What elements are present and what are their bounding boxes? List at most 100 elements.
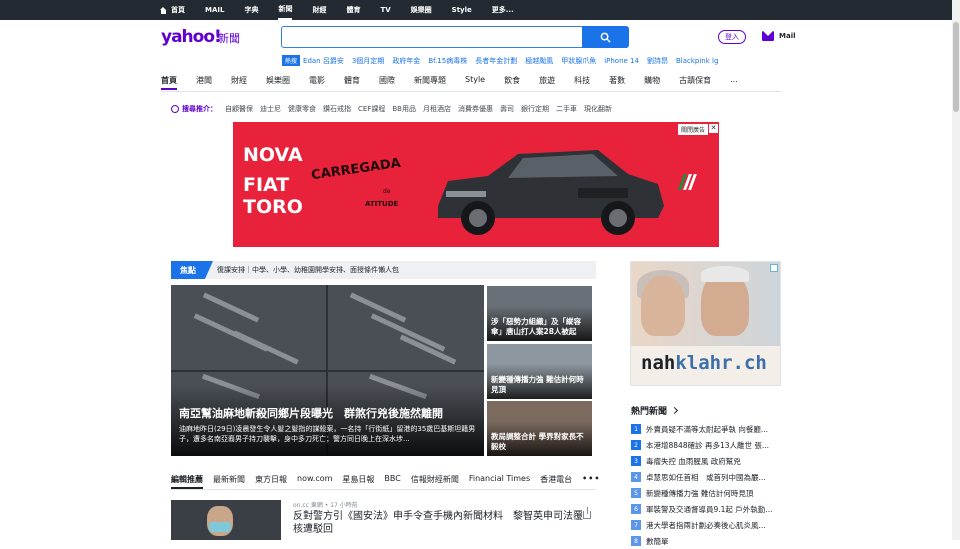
- focus-bar[interactable]: 焦點 復課安排｜中學、小學、幼稚園開學安排、面授條件懶人包: [171, 261, 596, 279]
- banner-ad[interactable]: NOVA FIAT TORO CARREGADA de ATITUDE 關閉廣告…: [233, 122, 719, 247]
- focus-text[interactable]: 復課安排｜中學、小學、幼稚園開學安排、面授條件懶人包: [217, 265, 399, 275]
- side-story[interactable]: 涉「惡勢力組織」及「縱容傘」唐山打人案28人被起: [487, 286, 592, 341]
- adchoices-icon[interactable]: [770, 264, 778, 272]
- hot-news-headline[interactable]: 卓慧思如任首相 或首列中國為嚴...: [646, 472, 766, 483]
- recommend-item[interactable]: 健康零食: [288, 104, 316, 114]
- nav-item[interactable]: 新聞專題: [414, 75, 446, 91]
- hero-story[interactable]: 南亞幫油麻地斬殺同鄉片段曝光 群煞行兇後施然離開 油麻地昨日(29日)凌晨發生令…: [171, 285, 484, 456]
- hot-news-item[interactable]: 6 軍裝警及交通督導員9.1起 戶外執勤...: [631, 501, 781, 517]
- side-story[interactable]: 教局調整合計 學界對家長不毅校: [487, 401, 592, 456]
- news-tab[interactable]: now.com: [297, 474, 332, 489]
- scrollbar-thumb[interactable]: [953, 22, 959, 112]
- trending-item[interactable]: 劉詩昂: [647, 56, 668, 66]
- topbar-item[interactable]: TV: [380, 0, 390, 20]
- nav-item[interactable]: 首頁: [161, 75, 177, 90]
- topbar-item[interactable]: 娛樂圈: [411, 0, 432, 20]
- topbar-item[interactable]: 首頁: [160, 0, 185, 20]
- topbar-item[interactable]: Style: [452, 0, 472, 20]
- nav-item[interactable]: 著數: [609, 75, 625, 91]
- recommend-item[interactable]: 現化翻新: [584, 104, 612, 114]
- nav-item[interactable]: ...: [730, 75, 738, 91]
- hero-title[interactable]: 南亞幫油麻地斬殺同鄉片段曝光 群煞行兇後施然離開: [179, 405, 443, 421]
- side-story-title[interactable]: 新變種傳播力強 難估計何時見頂: [491, 375, 588, 395]
- topbar-item[interactable]: 字典: [244, 0, 258, 20]
- nav-item[interactable]: 旅遊: [539, 75, 555, 91]
- news-tab[interactable]: 東方日報: [255, 474, 287, 489]
- side-story-title[interactable]: 涉「惡勢力組織」及「縱容傘」唐山打人案28人被起: [491, 317, 588, 337]
- topbar-item[interactable]: MAIL: [205, 0, 224, 20]
- login-button[interactable]: 登入: [718, 30, 746, 44]
- hot-news-headline[interactable]: 外賣員疑不滿等太耐起爭執 向餐廳...: [646, 424, 768, 435]
- share-icon[interactable]: [583, 507, 591, 519]
- article-title[interactable]: 反對警方引《國安法》申手令查手機內新聞材料 黎智英申司法覆核遭駁回: [293, 510, 583, 536]
- news-tab[interactable]: BBC: [384, 474, 400, 489]
- recommend-item[interactable]: 月租酒店: [423, 104, 451, 114]
- nav-item[interactable]: 體育: [344, 75, 360, 91]
- recommend-item[interactable]: 二手車: [556, 104, 577, 114]
- trending-item[interactable]: 甲狀腺爪魚: [561, 56, 596, 66]
- search-field[interactable]: [281, 26, 583, 49]
- nav-item[interactable]: 國際: [379, 75, 395, 91]
- hot-news-item[interactable]: 8 數簡單: [631, 533, 781, 549]
- nav-item[interactable]: 購物: [644, 75, 660, 91]
- hot-news-item[interactable]: 5 新變種傳播力強 難估計何時見頂: [631, 485, 781, 501]
- nav-item[interactable]: 電影: [309, 75, 325, 91]
- hot-news-item[interactable]: 3 毒瘤失控 血雨腥風 政府幫兇: [631, 453, 781, 469]
- news-tab[interactable]: 星島日報: [342, 474, 374, 489]
- topbar-item[interactable]: 體育: [346, 0, 360, 20]
- trending-item[interactable]: Edan 呂爵安: [303, 56, 344, 66]
- recommend-item[interactable]: 銀行定期: [521, 104, 549, 114]
- news-tab[interactable]: 編輯推薦: [171, 474, 203, 489]
- mail-icon[interactable]: [762, 31, 774, 41]
- side-story[interactable]: 新變種傳播力強 難估計何時見頂: [487, 344, 592, 399]
- recommend-item[interactable]: CEF課程: [358, 104, 385, 114]
- hot-news-item[interactable]: 2 本港增8848確診 再多13人離世 張...: [631, 437, 781, 453]
- article-thumbnail[interactable]: [171, 500, 281, 540]
- recommend-item[interactable]: BB用品: [392, 104, 416, 114]
- nav-item[interactable]: 科技: [574, 75, 590, 91]
- hot-news-item[interactable]: 4 卓慧思如任首相 或首列中國為嚴...: [631, 469, 781, 485]
- recommend-item[interactable]: 壽司: [500, 104, 514, 114]
- recommend-item[interactable]: 鑽石戒指: [323, 104, 351, 114]
- more-tabs-button[interactable]: •••: [582, 474, 600, 489]
- hot-news-headline[interactable]: 新變種傳播力強 難估計何時見頂: [646, 488, 753, 499]
- news-tab[interactable]: 最新新聞: [213, 474, 245, 489]
- hot-news-headline[interactable]: 數簡單: [646, 536, 669, 547]
- recommend-item[interactable]: 消費券優惠: [458, 104, 493, 114]
- trending-item[interactable]: 長者年金計劃: [475, 56, 517, 66]
- nav-item[interactable]: 娛樂圈: [266, 75, 290, 91]
- ad-close-label[interactable]: 關閉廣告: [677, 124, 708, 135]
- nav-item[interactable]: Style: [465, 75, 485, 91]
- topbar-item[interactable]: 更多...: [492, 0, 514, 20]
- hot-news-headline[interactable]: 港大學者指兩計劃必奏後心肌炎風...: [646, 520, 766, 531]
- search-button[interactable]: [582, 26, 629, 48]
- trending-item[interactable]: 3個月定期: [352, 56, 384, 66]
- mail-link[interactable]: Mail: [779, 32, 796, 40]
- topbar-item[interactable]: 財經: [312, 0, 326, 20]
- nav-item[interactable]: 港聞: [196, 75, 212, 91]
- trending-item[interactable]: 極越颱風: [525, 56, 553, 66]
- search-input[interactable]: [282, 29, 582, 49]
- news-tab[interactable]: 香港電台: [540, 474, 572, 489]
- side-ad[interactable]: nahklahr.ch: [630, 261, 781, 386]
- hot-news-item[interactable]: 1 外賣員疑不滿等太耐起爭執 向餐廳...: [631, 421, 781, 437]
- hot-news-headline[interactable]: 毒瘤失控 血雨腥風 政府幫兇: [646, 456, 741, 467]
- hot-news-headline[interactable]: 軍裝警及交通督導員9.1起 戶外執勤...: [646, 504, 772, 515]
- side-story-title[interactable]: 教局調整合計 學界對家長不毅校: [491, 432, 588, 452]
- trending-item[interactable]: Blackpink lg: [676, 57, 718, 65]
- hot-news-title[interactable]: 熱門新聞: [631, 404, 679, 417]
- nav-item[interactable]: 財經: [231, 75, 247, 91]
- hot-news-headline[interactable]: 本港增8848確診 再多13人離世 張...: [646, 440, 769, 451]
- news-tab[interactable]: 信報財經新聞: [411, 474, 459, 489]
- trending-item[interactable]: Bf.15病毒株: [428, 56, 467, 66]
- yahoo-logo[interactable]: yahoo!: [161, 27, 222, 47]
- trending-item[interactable]: 政府年金: [392, 56, 420, 66]
- recommend-item[interactable]: 自顧醫保: [225, 104, 253, 114]
- recommend-item[interactable]: 迪士尼: [260, 104, 281, 114]
- nav-item[interactable]: 飲食: [504, 75, 520, 91]
- page-scrollbar[interactable]: [952, 0, 960, 540]
- nav-item[interactable]: 古蹟保育: [679, 75, 711, 91]
- trending-item[interactable]: iPhone 14: [604, 57, 639, 65]
- topbar-item[interactable]: 新聞: [278, 0, 293, 20]
- close-icon[interactable]: ✕: [709, 124, 718, 133]
